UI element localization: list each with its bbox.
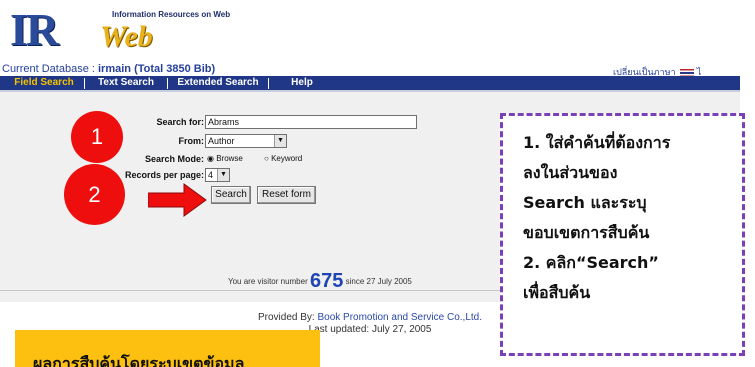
visitor-count: 675 xyxy=(309,270,344,292)
radio-keyword[interactable]: ○ Keyword xyxy=(264,154,302,163)
tab-divider xyxy=(84,78,85,89)
step-1-marker: 1 xyxy=(71,111,123,163)
records-per-page-select[interactable]: 4 ▼ xyxy=(205,168,230,182)
radio-keyword-label: Keyword xyxy=(271,154,303,163)
search-button[interactable]: Search xyxy=(211,186,251,204)
logo-tagline: Information Resources on Web xyxy=(112,10,231,19)
step-2-marker: 2 xyxy=(64,164,125,225)
red-arrow-icon xyxy=(148,183,207,217)
callout-line: เพื่อสืบค้น xyxy=(523,283,591,302)
callout-line: 1. ใส่คำค้นที่ต้องการ xyxy=(523,133,671,152)
search-input[interactable] xyxy=(205,115,417,129)
visitor-since: since 27 July 2005 xyxy=(345,277,412,286)
visitor-prefix: You are visitor number xyxy=(228,277,308,286)
records-per-page-value: 4 xyxy=(208,170,214,180)
search-for-label: Search for: xyxy=(156,117,204,127)
tab-help[interactable]: Help xyxy=(272,76,332,90)
callout-line: ขอบเขตการสืบค้น xyxy=(523,223,650,242)
current-database: Current Database : irmain (Total 3850 Bi… xyxy=(2,63,215,75)
callout-line: Search และระบุ xyxy=(523,193,647,212)
ir-web-logo[interactable]: IR Information Resources on Web Web xyxy=(4,4,244,56)
current-database-label: Current Database : xyxy=(2,63,95,75)
provider-link[interactable]: Book Promotion and Service Co.,Ltd. xyxy=(317,312,482,323)
search-mode-label: Search Mode: xyxy=(144,154,204,164)
logo-ir-text: IR xyxy=(10,4,59,55)
radio-browse[interactable]: ◉ Browse xyxy=(207,154,243,163)
nav-bar: Field Search Text Search Extended Search… xyxy=(0,76,740,92)
result-caption: ผลการสืบค้นโดยระบุเขตข้อมูล xyxy=(33,354,245,367)
provided-by-label: Provided By: xyxy=(257,312,315,323)
logo-web-text: Web xyxy=(100,20,153,53)
from-label: From: xyxy=(178,136,205,146)
reset-form-button[interactable]: Reset form xyxy=(257,186,316,204)
tab-field-search[interactable]: Field Search xyxy=(6,76,82,90)
current-database-name: irmain (Total 3850 Bib) xyxy=(98,63,216,75)
from-select-value: Author xyxy=(208,136,235,146)
from-select[interactable]: Author ▼ xyxy=(205,134,287,148)
tab-divider xyxy=(268,78,269,89)
instruction-callout: 1. ใส่คำค้นที่ต้องการ ลงในส่วนของ Search… xyxy=(500,113,745,356)
tab-divider xyxy=(167,78,168,89)
records-per-page-label: Records per page: xyxy=(124,170,204,180)
tab-text-search[interactable]: Text Search xyxy=(88,76,164,90)
tab-extended-search[interactable]: Extended Search xyxy=(170,76,266,90)
dropdown-arrow-icon: ▼ xyxy=(217,169,229,181)
result-caption-box: ผลการสืบค้นโดยระบุเขตข้อมูล xyxy=(15,330,320,367)
callout-line: 2. คลิก“Search” xyxy=(523,253,659,272)
dropdown-arrow-icon: ▼ xyxy=(274,135,286,147)
callout-line: ลงในส่วนของ xyxy=(523,163,618,182)
radio-browse-label: Browse xyxy=(216,154,243,163)
